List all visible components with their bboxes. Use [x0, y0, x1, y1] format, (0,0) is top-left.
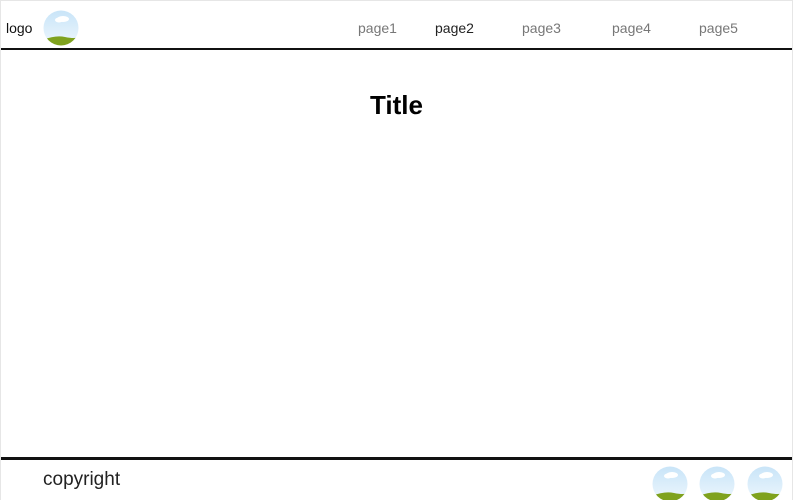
- nav-link-page5[interactable]: page5: [699, 20, 738, 36]
- nav-link-page3[interactable]: page3: [522, 20, 561, 36]
- nav-link-page4[interactable]: page4: [612, 20, 651, 36]
- social-icon-3[interactable]: [747, 466, 783, 500]
- social-icon-2[interactable]: [699, 466, 735, 500]
- page: logo page1 page2 page3 page4 page5 Title…: [0, 0, 793, 500]
- page-title: Title: [370, 90, 423, 120]
- main-nav: page1 page2 page3 page4 page5: [1, 20, 792, 38]
- copyright-text: copyright: [43, 469, 121, 490]
- nav-link-page2[interactable]: page2: [435, 20, 474, 36]
- header: logo page1 page2 page3 page4 page5: [1, 1, 792, 50]
- nav-link-page1[interactable]: page1: [358, 20, 397, 36]
- footer: copyright: [1, 457, 792, 500]
- social-icon-1[interactable]: [652, 466, 688, 500]
